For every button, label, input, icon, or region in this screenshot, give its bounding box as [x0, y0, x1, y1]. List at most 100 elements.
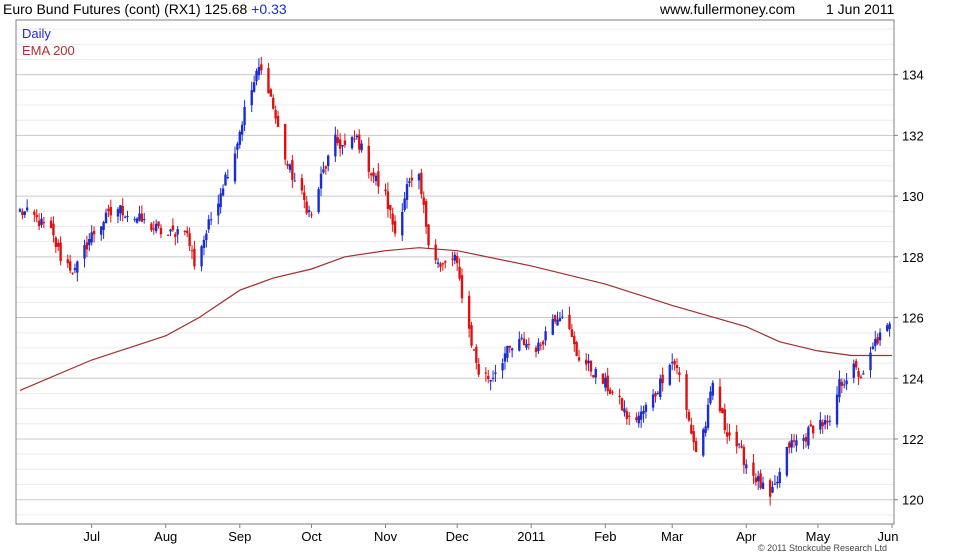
candle-body: [54, 237, 58, 247]
candle-body: [728, 432, 731, 436]
candle-body: [326, 155, 330, 167]
candle-body: [424, 201, 428, 227]
x-tick-label: Sep: [228, 529, 251, 544]
candle-body: [802, 438, 805, 441]
candle-body: [59, 242, 62, 262]
candle-body: [85, 242, 89, 250]
candle-body: [673, 360, 676, 365]
candle-body: [838, 379, 841, 398]
candle-body: [205, 233, 208, 241]
candle-body: [587, 360, 590, 364]
candle-body: [494, 372, 497, 374]
candle-body: [66, 259, 69, 264]
candle-body: [745, 464, 748, 469]
candle-body: [377, 171, 380, 187]
candle-body: [83, 245, 86, 259]
candle-body: [260, 64, 263, 71]
candle-body: [372, 172, 375, 177]
candle-body: [472, 349, 476, 351]
candle-body: [341, 145, 344, 147]
candle-body: [49, 220, 53, 229]
y-tick-label: 132: [902, 128, 924, 143]
candle-body: [255, 70, 258, 82]
daily-series: [18, 56, 891, 506]
candle-body: [226, 177, 230, 179]
candle-body: [577, 357, 581, 361]
candle-body: [319, 173, 323, 189]
candle-body: [585, 359, 588, 365]
candle-body: [240, 124, 244, 135]
candle-body: [871, 346, 875, 349]
candle-body: [525, 343, 528, 348]
candle-body: [88, 239, 91, 246]
candle-body: [393, 221, 397, 234]
candle-body: [293, 180, 296, 182]
candle-body: [886, 325, 889, 331]
candle-body: [274, 109, 277, 119]
candle-body: [307, 210, 311, 213]
candle-body: [491, 377, 495, 379]
candle-body: [835, 394, 839, 425]
candle-body: [637, 415, 640, 424]
y-tick-label: 126: [902, 311, 924, 326]
candle-body: [776, 481, 779, 484]
candle-body: [709, 391, 712, 404]
candle-body: [436, 262, 440, 264]
candle-body: [193, 248, 196, 267]
candle-body: [685, 374, 688, 410]
candle-body: [604, 377, 607, 388]
candle-body: [826, 420, 829, 423]
candle-body: [874, 339, 877, 347]
candle-body: [702, 429, 705, 456]
candle-body: [25, 207, 29, 211]
candle-body: [389, 204, 392, 211]
candle-body: [126, 215, 129, 217]
candle-body: [288, 164, 292, 170]
candle-body: [718, 386, 722, 412]
candle-body: [625, 411, 629, 419]
candle-body: [303, 192, 306, 200]
candle-body: [441, 263, 445, 265]
candle-body: [477, 364, 480, 375]
candle-body: [150, 223, 153, 231]
candle-body: [23, 211, 26, 216]
candle-body: [651, 394, 655, 408]
candle-body: [678, 372, 681, 375]
candle-body: [408, 181, 411, 183]
candle-body: [754, 477, 758, 483]
candle-body: [740, 445, 743, 448]
candle-body: [138, 213, 141, 221]
candle-body: [742, 447, 746, 466]
candle-body: [102, 222, 105, 230]
candle-body: [668, 365, 672, 385]
candle-body: [859, 376, 863, 379]
candle-body: [33, 211, 36, 215]
candle-body: [821, 422, 824, 427]
candle-body: [283, 123, 287, 160]
candle-body: [252, 82, 256, 92]
ema-line: [19, 247, 892, 391]
candle-body: [123, 216, 127, 218]
candle-body: [520, 337, 523, 339]
candle-body: [267, 68, 270, 94]
x-tick-label: Mar: [661, 529, 684, 544]
candle-body: [487, 375, 490, 380]
x-axis: Jul Aug Sep Oct Nov Dec 2011 Feb Mar Apr May Jun: [83, 524, 898, 544]
candle-body: [420, 172, 423, 195]
candle-body: [276, 115, 280, 128]
candle-body: [350, 137, 354, 149]
candle-body: [704, 426, 707, 433]
candle-body: [71, 272, 74, 274]
candle-body: [785, 446, 789, 476]
candle-body: [52, 223, 55, 236]
candle-body: [862, 373, 865, 375]
candle-body: [439, 263, 442, 267]
candle-body: [694, 441, 698, 453]
x-tick-label: Jun: [878, 529, 899, 544]
legend-ema: EMA 200: [22, 43, 75, 58]
candle-body: [725, 432, 729, 437]
candle-body: [589, 360, 593, 372]
candle-body: [723, 409, 726, 430]
copyright-label: © 2011 Stockcube Research Ltd: [758, 543, 888, 553]
candle-body: [455, 255, 459, 264]
